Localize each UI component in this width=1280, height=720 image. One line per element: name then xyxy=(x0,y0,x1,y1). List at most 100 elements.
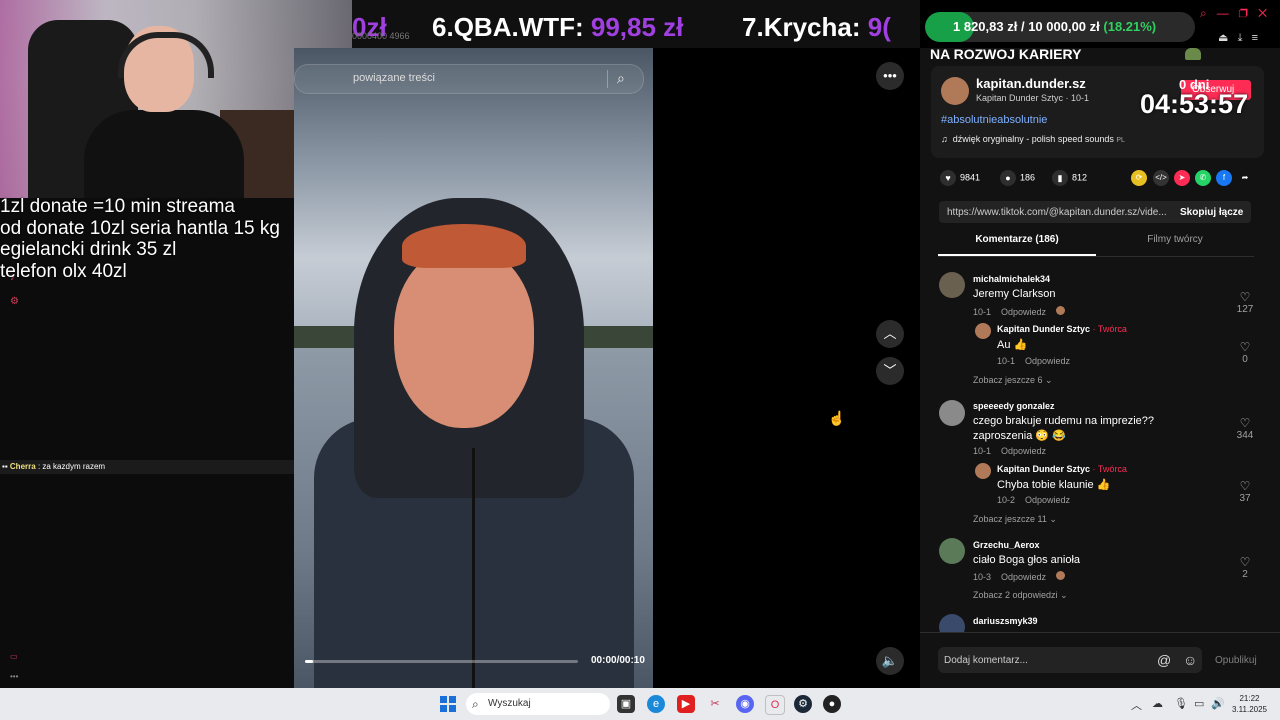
comment-meta: 10-1 Odpowiedz xyxy=(997,356,1070,366)
chevron-up-icon[interactable]: ︿ xyxy=(876,320,904,348)
comment-like[interactable]: ♡ 127 xyxy=(1233,290,1257,315)
reply-link[interactable]: Odpowiedz xyxy=(1001,572,1046,582)
avatar[interactable] xyxy=(939,538,965,564)
download-icon[interactable]: ⤓ xyxy=(1238,32,1243,44)
reply-link[interactable]: Odpowiedz xyxy=(1001,307,1046,317)
facebook-icon[interactable]: f xyxy=(1216,170,1232,186)
chevron-down-icon[interactable]: ﹀ xyxy=(876,357,904,385)
gear-icon[interactable]: ⚙ xyxy=(10,296,19,307)
mention-icon[interactable]: @ xyxy=(1157,652,1171,668)
send-icon[interactable]: ➤ xyxy=(1174,170,1190,186)
volume-icon[interactable]: 🔈 xyxy=(876,647,904,675)
snipping-icon[interactable]: ✂ xyxy=(706,695,724,713)
avatar[interactable] xyxy=(939,272,965,298)
search-icon[interactable]: ⌕ xyxy=(1200,6,1207,20)
microphone-icon[interactable]: 🎙 xyxy=(1174,697,1188,710)
network-icon[interactable]: ▭ xyxy=(1194,697,1204,710)
like-count: 127 xyxy=(1236,304,1254,315)
reply-link[interactable]: Odpowiedz xyxy=(1001,446,1046,456)
tray-chevron-icon[interactable]: ︿ xyxy=(1131,697,1142,713)
goal-current: 1 820,83 zł xyxy=(953,19,1018,34)
banner-name: QBA.WTF: xyxy=(453,12,584,42)
cloud-icon[interactable]: ☁ xyxy=(1152,697,1163,710)
close-icon[interactable]: ✕ xyxy=(1258,6,1267,20)
steam-icon[interactable]: ⚙ xyxy=(794,695,812,713)
publish-button[interactable]: Opublikuj xyxy=(1215,655,1257,666)
search-placeholder: powiązane treści xyxy=(353,72,435,84)
comment-like[interactable]: ♡ 37 xyxy=(1233,479,1257,504)
video-player[interactable] xyxy=(294,48,653,688)
share-arrow-icon[interactable]: ➦ xyxy=(1237,170,1253,186)
discord-icon[interactable]: ◉ xyxy=(736,695,754,713)
embed-icon[interactable]: </> xyxy=(1153,170,1169,186)
more-dots-icon[interactable]: ••• xyxy=(876,62,904,90)
youtube-icon[interactable]: ▶ xyxy=(677,695,695,713)
like-count: 2 xyxy=(1242,569,1248,580)
taskbar-search[interactable]: ⌕ Wyszukaj xyxy=(466,693,610,715)
comment-user[interactable]: Grzechu_Aerox xyxy=(973,540,1040,550)
menu-icon[interactable]: ≡ xyxy=(1252,32,1258,44)
show-more-label: Zobacz jeszcze 11 xyxy=(973,514,1047,524)
avatar[interactable] xyxy=(975,463,991,479)
windows-start-icon[interactable] xyxy=(440,696,456,712)
comment-user[interactable]: michalmichalek34 xyxy=(973,274,1050,284)
saves-stat[interactable]: ▮ 812 xyxy=(1052,170,1087,186)
sidebar-footer-icon[interactable]: ▭ xyxy=(10,652,18,661)
restore-icon[interactable]: ❐ xyxy=(1239,6,1248,20)
comments-count: 186 xyxy=(1020,172,1036,183)
reply-link[interactable]: Odpowiedz xyxy=(1025,356,1070,366)
avatar[interactable] xyxy=(939,614,965,632)
comment-input[interactable]: Dodaj komentarz... @ ☺ xyxy=(938,647,1202,673)
saves-count: 812 xyxy=(1072,172,1088,183)
task-view-icon[interactable]: ▣ xyxy=(617,695,635,713)
opera-icon[interactable]: O xyxy=(765,695,785,715)
more-dots-icon[interactable]: ••• xyxy=(10,672,18,681)
tab-comments[interactable]: Komentarze (186) xyxy=(938,234,1096,256)
stream-timer: 04:53:57 xyxy=(1140,89,1249,119)
comment-like[interactable]: ♡ 0 xyxy=(1233,340,1257,365)
comment-user[interactable]: Kapitan Dunder Sztyc · Twórca xyxy=(997,324,1127,334)
video-progress[interactable] xyxy=(305,660,578,663)
obs-icon[interactable]: ● xyxy=(823,695,841,713)
show-more-replies[interactable]: Zobacz jeszcze 11 ⌄ xyxy=(973,514,1057,525)
repost-icon[interactable]: ⟳ xyxy=(1131,170,1147,186)
avatar[interactable] xyxy=(939,400,965,426)
likes-stat[interactable]: ♥ 9841 xyxy=(940,170,980,186)
comment-user[interactable]: Kapitan Dunder Sztyc · Twórca xyxy=(997,464,1127,474)
lock-icon[interactable]: ⏏ xyxy=(1218,32,1228,44)
show-more-replies[interactable]: Zobacz jeszcze 6 ⌄ xyxy=(973,375,1053,386)
speaker-icon[interactable]: 🔊 xyxy=(1211,697,1225,710)
reply-link[interactable]: Odpowiedz xyxy=(1025,495,1070,505)
edge-icon[interactable]: e xyxy=(647,695,665,713)
emoji-icon[interactable]: ☺ xyxy=(1183,652,1197,668)
comment-text: ciało Boga głos anioła xyxy=(973,554,1081,566)
music-note-icon: ♫ xyxy=(941,134,948,144)
author-username[interactable]: kapitan.dunder.sz xyxy=(976,76,1086,91)
comment-user[interactable]: dariuszsmyk39 xyxy=(973,616,1038,626)
comment-like[interactable]: ♡ 344 xyxy=(1233,416,1257,441)
whatsapp-icon[interactable]: ✆ xyxy=(1195,170,1211,186)
clock-time: 21:22 xyxy=(1239,694,1260,703)
comments-stat[interactable]: ● 186 xyxy=(1000,170,1035,186)
comment-text-line2: zaproszenia 😳 😂 xyxy=(973,430,1066,442)
comment-user[interactable]: speeeedy gonzalez xyxy=(973,401,1055,411)
share-url-box: https://www.tiktok.com/@kapitan.dunder.s… xyxy=(939,201,1251,223)
sound-info[interactable]: ♫ dźwięk oryginalny - polish speed sound… xyxy=(941,134,1125,144)
goal-text: 1 820,83 zł / 10 000,00 zł (18.21%) xyxy=(953,19,1156,34)
show-more-replies[interactable]: Zobacz 2 odpowiedzi ⌄ xyxy=(973,590,1068,601)
copy-link-button[interactable]: Skopiuj łącze xyxy=(1180,207,1243,218)
avatar[interactable] xyxy=(975,323,991,339)
creator-liked-avatar xyxy=(1056,571,1066,580)
search-icon[interactable]: ⌕ xyxy=(617,70,625,87)
related-search-bar[interactable]: powiązane treści ⌕ xyxy=(294,64,644,94)
minimize-icon[interactable]: — xyxy=(1217,6,1229,20)
tab-creator-videos[interactable]: Filmy twórcy xyxy=(1096,234,1254,256)
share-url[interactable]: https://www.tiktok.com/@kapitan.dunder.s… xyxy=(947,207,1167,218)
comment-like[interactable]: ♡ 2 xyxy=(1233,555,1257,580)
banner-item-7: 7.Krycha: 9( xyxy=(742,12,891,43)
hashtag-link[interactable]: #absolutnieabsolutnie xyxy=(941,114,1047,126)
taskbar-clock[interactable]: 21:22 3.11.2025 xyxy=(1232,693,1267,715)
avatar[interactable] xyxy=(941,77,969,105)
comment-meta: 10-2 Odpowiedz xyxy=(997,495,1070,505)
search-icon: ⌕ xyxy=(472,697,479,711)
